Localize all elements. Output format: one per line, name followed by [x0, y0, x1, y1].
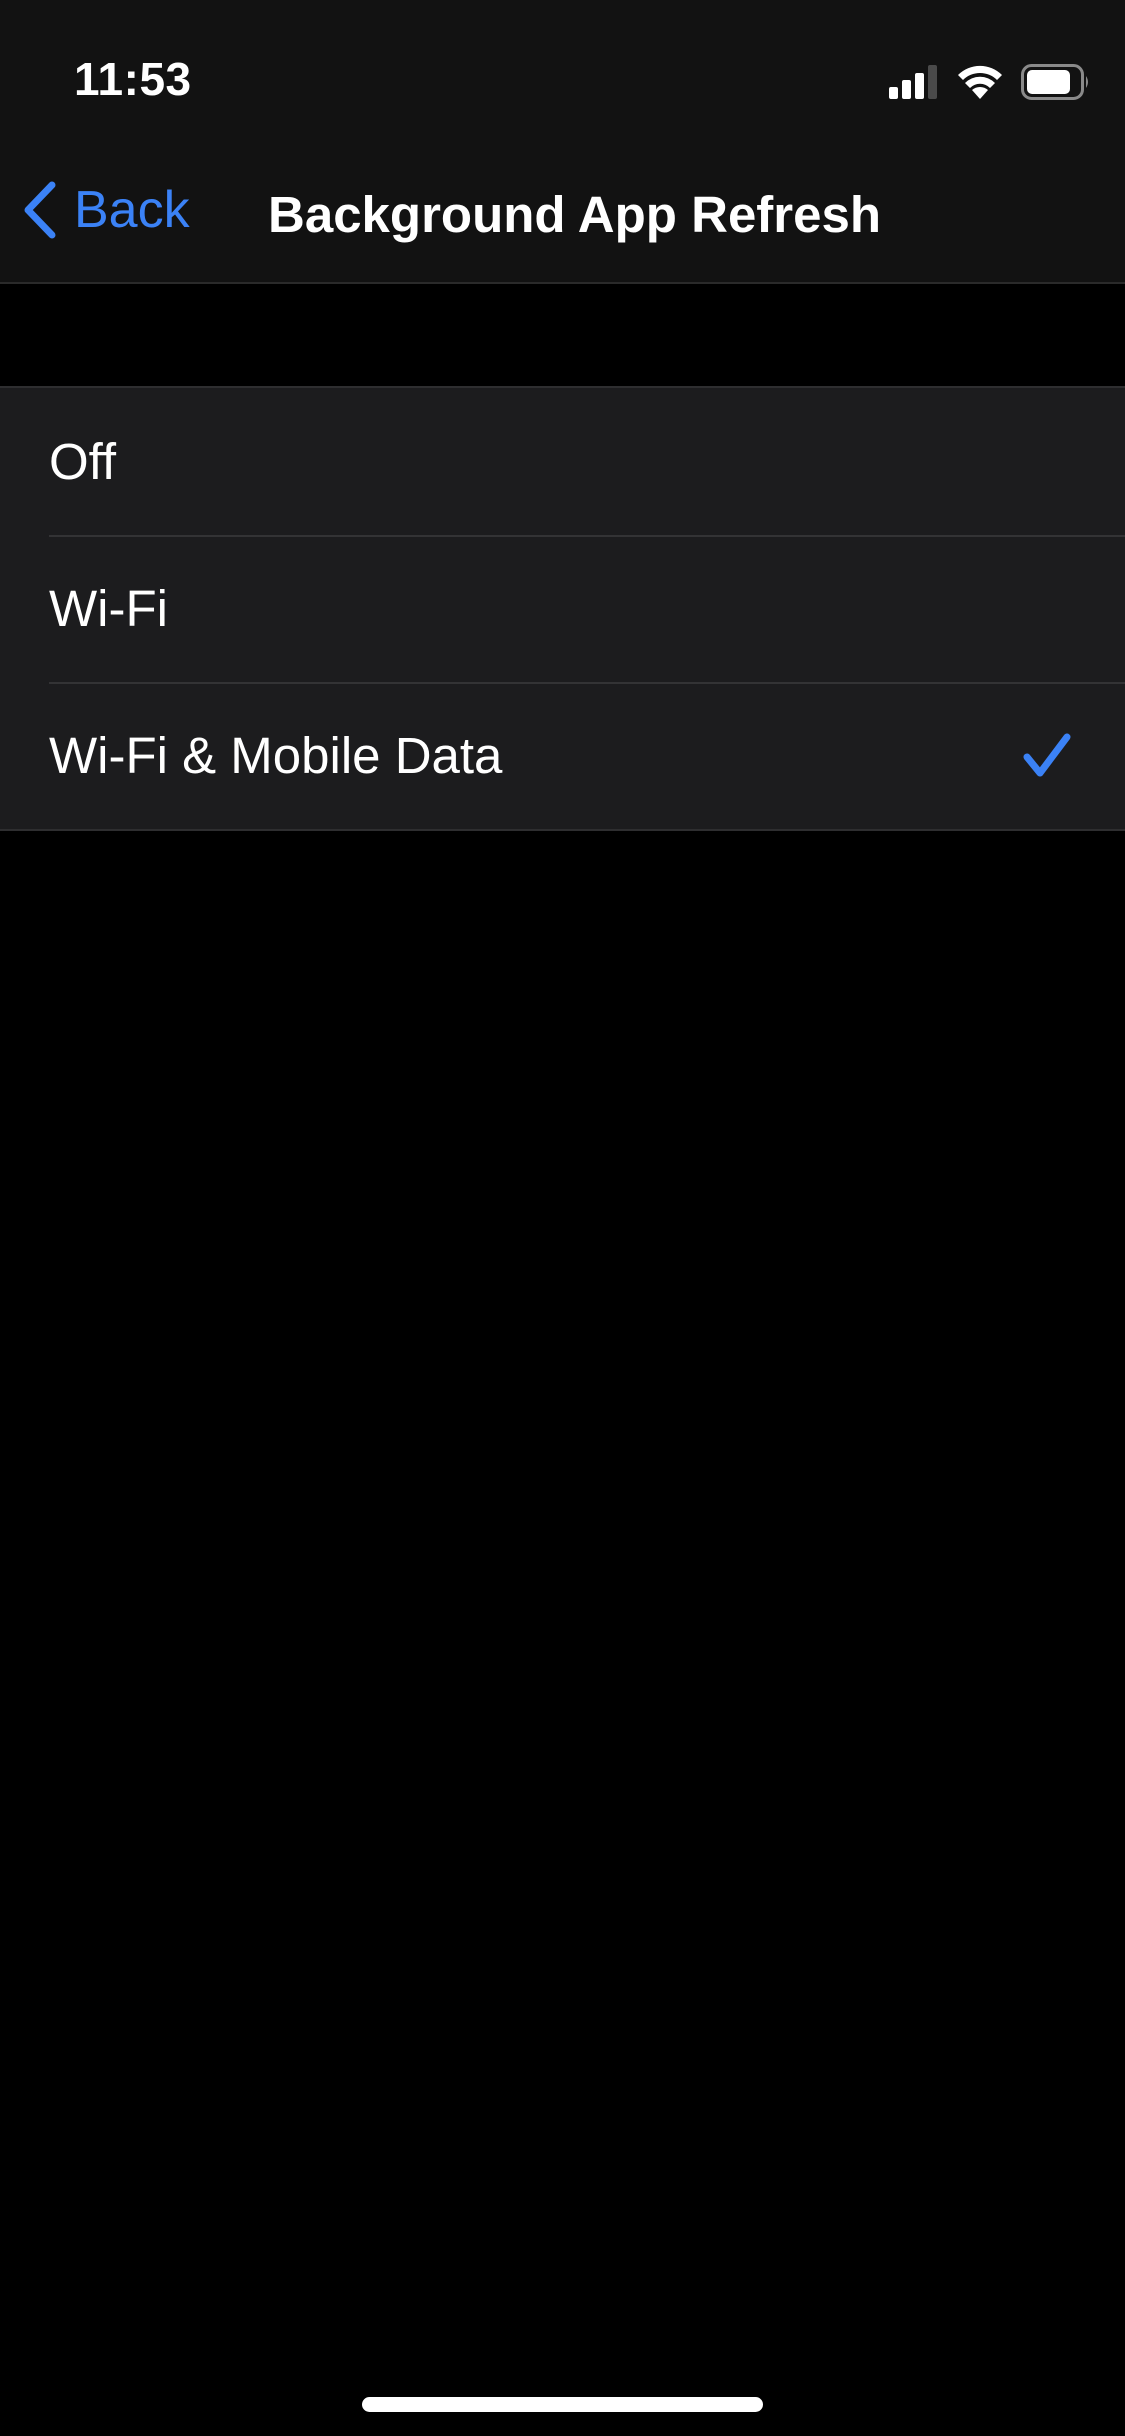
refresh-options-list: Off Wi-Fi Wi-Fi & Mobile Data	[0, 386, 1125, 831]
wifi-icon	[958, 65, 1002, 99]
option-label: Wi-Fi	[49, 580, 168, 637]
battery-icon	[1021, 64, 1088, 100]
navigation-header: 11:53 Back Background App Refresh	[0, 0, 1125, 284]
page-title: Background App Refresh	[268, 186, 882, 243]
status-icons	[889, 62, 1091, 102]
option-off[interactable]: Off	[0, 388, 1125, 535]
back-button[interactable]: Back	[22, 180, 190, 240]
option-label: Wi-Fi & Mobile Data	[49, 727, 503, 784]
cellular-signal-icon	[889, 65, 937, 99]
chevron-left-icon	[24, 181, 56, 239]
back-label: Back	[74, 181, 190, 239]
option-wifi-mobile-data[interactable]: Wi-Fi & Mobile Data	[0, 682, 1125, 829]
home-indicator[interactable]	[362, 2397, 763, 2412]
option-wifi[interactable]: Wi-Fi	[0, 535, 1125, 682]
option-label: Off	[49, 433, 117, 490]
status-time: 11:53	[74, 53, 192, 105]
checkmark-icon	[1023, 733, 1071, 776]
